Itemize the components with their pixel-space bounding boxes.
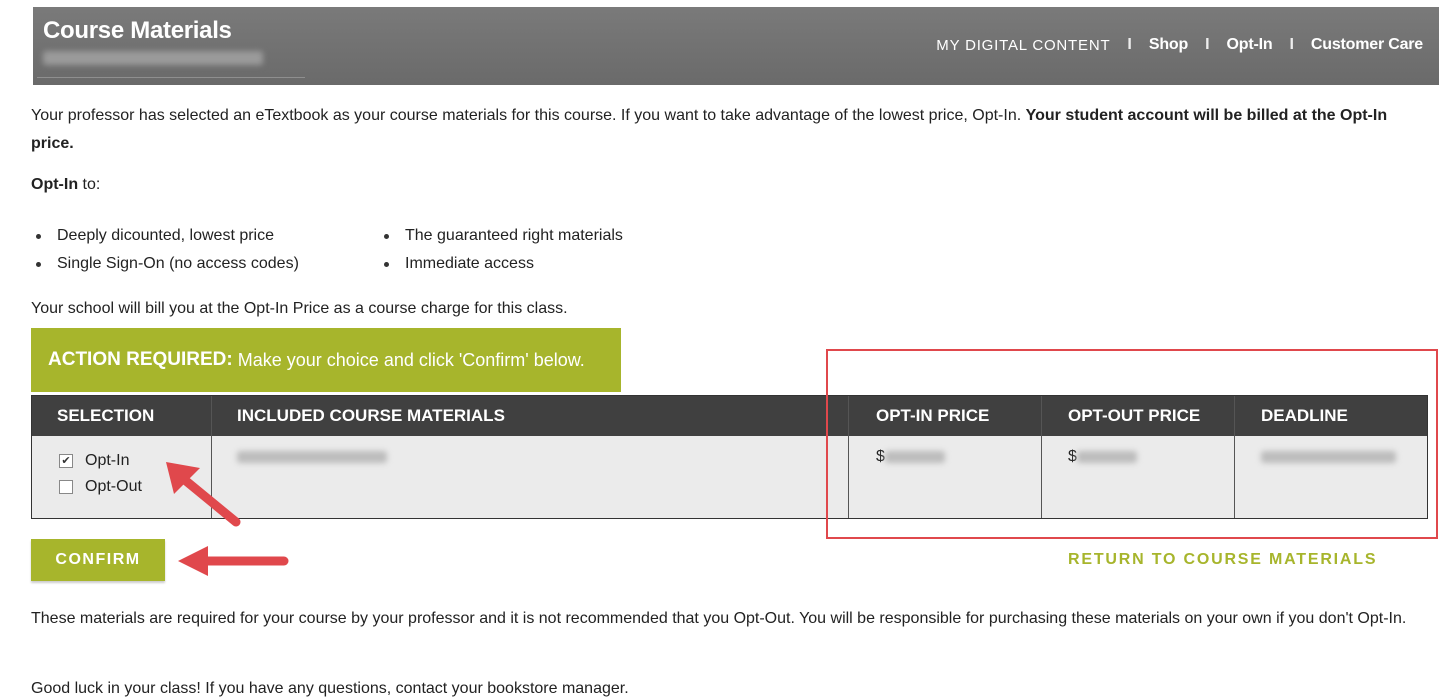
opt-in-option[interactable]: ✔ Opt-In xyxy=(59,448,142,474)
bullet-icon xyxy=(36,261,41,267)
checkbox-empty-icon[interactable] xyxy=(59,480,73,494)
list-item: Single Sign-On (no access codes) xyxy=(36,250,366,278)
school-billing-text: Your school will bill you at the Opt-In … xyxy=(31,300,568,317)
list-item-text: Single Sign-On (no access codes) xyxy=(57,255,299,272)
checkbox-checked-icon[interactable]: ✔ xyxy=(59,454,73,468)
opt-out-label: Opt-Out xyxy=(85,478,142,495)
page-header: Course Materials MY DIGITAL CONTENT I Sh… xyxy=(33,7,1439,85)
list-item: The guaranteed right materials xyxy=(384,222,714,250)
nav-opt-in[interactable]: Opt-In xyxy=(1227,36,1273,54)
currency-symbol: $ xyxy=(1068,448,1077,465)
list-item: Immediate access xyxy=(384,250,714,278)
header-deadline: DEADLINE xyxy=(1261,406,1348,425)
benefits-column-right: The guaranteed right materials Immediate… xyxy=(384,222,714,278)
material-title-blurred xyxy=(237,448,387,466)
opt-in-price-cell: $ xyxy=(876,448,945,466)
header-opt-out-price: OPT-OUT PRICE xyxy=(1068,406,1201,425)
opt-in-suffix: to: xyxy=(82,176,101,193)
column-divider xyxy=(848,396,849,518)
header-selection: SELECTION xyxy=(57,406,155,425)
opt-in-to-label: Opt-In to: xyxy=(31,176,100,194)
action-required-label: ACTION REQUIRED: xyxy=(48,349,233,370)
benefits-column-left: Deeply dicounted, lowest price Single Si… xyxy=(36,222,366,278)
intro-paragraph: Your professor has selected an eTextbook… xyxy=(31,102,1421,158)
bullet-icon xyxy=(36,233,41,239)
action-required-banner: ACTION REQUIRED: Make your choice and cl… xyxy=(31,328,621,392)
action-required-text: Make your choice and click 'Confirm' bel… xyxy=(237,349,585,370)
nav-separator: I xyxy=(1205,36,1210,53)
top-nav: MY DIGITAL CONTENT I Shop I Opt-In I Cus… xyxy=(936,36,1423,54)
bullet-icon xyxy=(384,261,389,267)
opt-in-bold: Opt-In xyxy=(31,176,79,193)
selection-options: ✔ Opt-In Opt-Out xyxy=(59,448,142,500)
bullet-icon xyxy=(384,233,389,239)
header-included-materials: INCLUDED COURSE MATERIALS xyxy=(237,406,505,425)
list-item: Deeply dicounted, lowest price xyxy=(36,222,366,250)
course-subtitle-blurred xyxy=(43,51,263,65)
opt-in-price-blurred xyxy=(884,450,945,463)
opt-out-price-cell: $ xyxy=(1068,448,1137,466)
column-divider xyxy=(1234,396,1235,518)
nav-my-digital-content[interactable]: MY DIGITAL CONTENT xyxy=(936,37,1110,54)
nav-customer-care[interactable]: Customer Care xyxy=(1311,36,1423,54)
currency-symbol: $ xyxy=(876,448,885,465)
nav-shop[interactable]: Shop xyxy=(1149,36,1188,54)
closing-text: Good luck in your class! If you have any… xyxy=(31,680,629,697)
list-item-text: Deeply dicounted, lowest price xyxy=(57,227,275,244)
nav-separator: I xyxy=(1127,36,1132,53)
confirm-button[interactable]: CONFIRM xyxy=(31,539,165,581)
red-arrow-icon xyxy=(166,462,241,527)
return-to-course-materials-link[interactable]: RETURN TO COURSE MATERIALS xyxy=(1068,551,1377,569)
opt-out-option[interactable]: Opt-Out xyxy=(59,474,142,500)
nav-separator: I xyxy=(1289,36,1294,53)
table-header: SELECTION INCLUDED COURSE MATERIALS OPT-… xyxy=(32,396,1427,436)
list-item-text: Immediate access xyxy=(405,255,534,272)
opt-out-price-blurred xyxy=(1076,450,1137,463)
intro-text: Your professor has selected an eTextbook… xyxy=(31,107,1022,124)
deadline-blurred xyxy=(1261,448,1396,466)
list-item-text: The guaranteed right materials xyxy=(405,227,623,244)
column-divider xyxy=(1041,396,1042,518)
header-divider xyxy=(37,77,305,78)
opt-in-label: Opt-In xyxy=(85,452,130,469)
page-title: Course Materials xyxy=(43,17,232,44)
opt-out-warning-text: These materials are required for your co… xyxy=(31,610,1407,627)
header-opt-in-price: OPT-IN PRICE xyxy=(876,406,990,425)
red-arrow-icon xyxy=(178,546,289,576)
